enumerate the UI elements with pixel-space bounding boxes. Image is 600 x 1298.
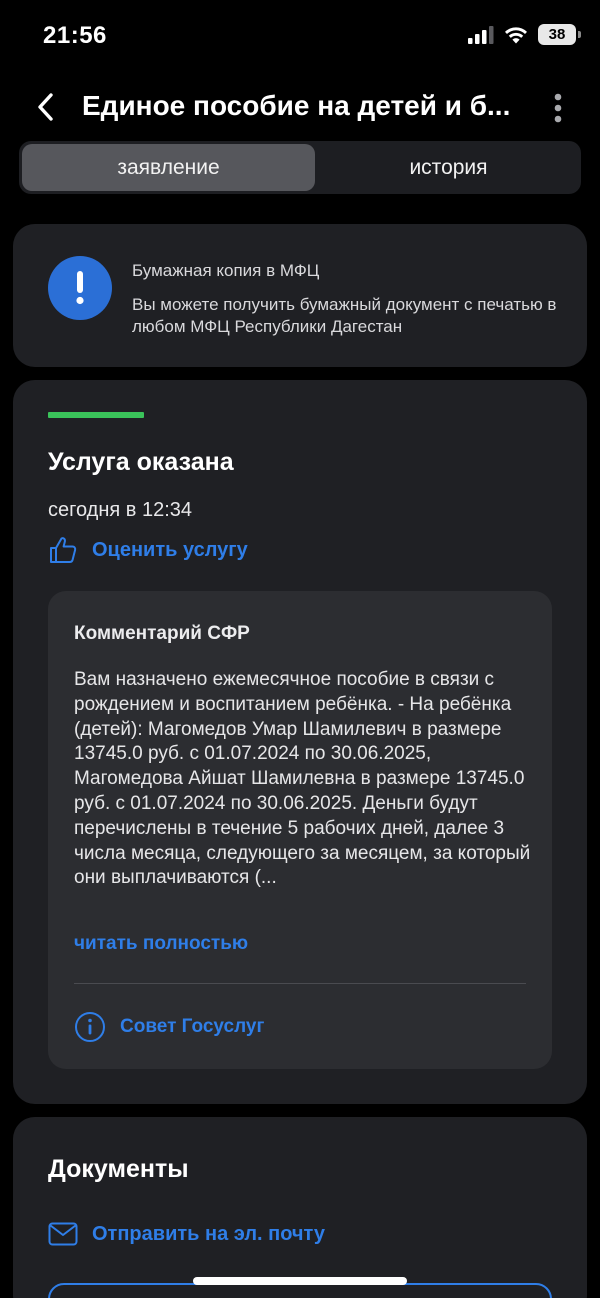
alert-badge xyxy=(48,256,112,320)
send-email-label: Отправить на эл. почту xyxy=(92,1222,325,1245)
divider xyxy=(74,983,526,984)
back-button[interactable] xyxy=(28,88,62,126)
page-title: Единое пособие на детей и б... xyxy=(82,90,511,121)
header: Единое пособие на детей и б... xyxy=(0,84,600,130)
tab-history[interactable]: история xyxy=(319,144,578,191)
read-more-link[interactable]: читать полностью xyxy=(74,933,248,955)
segmented-control: заявление история xyxy=(19,141,581,194)
info-icon xyxy=(75,1012,105,1042)
comment-box: Комментарий СФР Вам назначено ежемесячно… xyxy=(48,591,552,1069)
documents-title: Документы xyxy=(48,1155,189,1183)
comment-title: Комментарий СФР xyxy=(74,623,250,644)
status-icons: 38 xyxy=(468,24,581,45)
send-email-link[interactable]: Отправить на эл. почту xyxy=(48,1222,325,1246)
comment-text: Вам назначено ежемесячное пособие в связ… xyxy=(74,669,531,889)
rate-service-link[interactable]: Оценить услугу xyxy=(48,535,248,565)
tab-application[interactable]: заявление xyxy=(22,144,315,191)
wifi-icon xyxy=(505,26,527,43)
service-status-card: Услуга оказана сегодня в 12:34 Оценить у… xyxy=(13,380,587,1104)
mfc-notice-title: Бумажная копия в МФЦ xyxy=(132,261,320,280)
back-chevron-icon xyxy=(38,93,53,121)
exclamation-icon xyxy=(76,271,84,305)
more-button[interactable] xyxy=(544,88,572,128)
documents-card: Документы Отправить на эл. почту xyxy=(13,1117,587,1298)
status-indicator-bar xyxy=(48,412,144,418)
status-bar: 21:56 38 xyxy=(0,0,600,74)
status-timestamp: сегодня в 12:34 xyxy=(48,499,192,521)
advice-label: Совет Госуслуг xyxy=(120,1016,265,1037)
more-vertical-icon xyxy=(554,93,562,123)
document-item[interactable] xyxy=(48,1283,552,1298)
mfc-notice-text: Вы можете получить бумажный документ с п… xyxy=(132,295,557,336)
screen: 21:56 38 Единое пособие на детей и б... … xyxy=(0,0,600,1298)
status-title: Услуга оказана xyxy=(48,448,234,476)
battery-level: 38 xyxy=(548,26,566,43)
gosuslugi-advice-link[interactable]: Совет Госуслуг xyxy=(74,1011,264,1043)
battery-icon: 38 xyxy=(538,24,581,45)
mail-icon xyxy=(48,1222,78,1246)
rate-service-label: Оценить услугу xyxy=(92,538,248,561)
thumbs-up-icon xyxy=(50,537,77,563)
status-time: 21:56 xyxy=(43,22,107,49)
mfc-notice-card: Бумажная копия в МФЦ Вы можете получить … xyxy=(13,224,587,367)
home-indicator[interactable] xyxy=(193,1277,407,1285)
signal-icon xyxy=(468,25,494,44)
